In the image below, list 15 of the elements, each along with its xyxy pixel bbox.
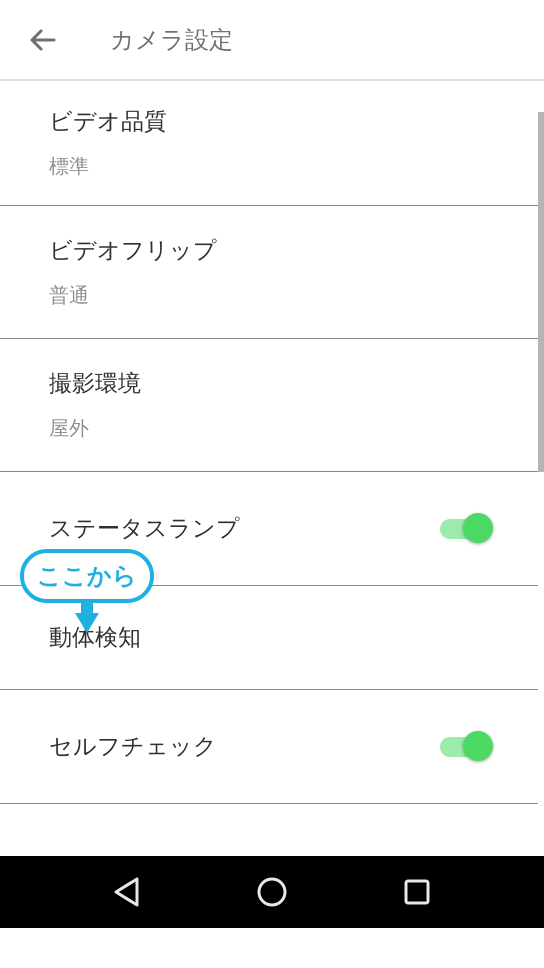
setting-title: ビデオフリップ (49, 237, 217, 266)
setting-title: 撮影環境 (49, 370, 141, 399)
screen-title: カメラ設定 (110, 24, 233, 56)
back-triangle-icon[interactable] (114, 877, 140, 907)
settings-row[interactable]: セルフチェック (0, 690, 538, 804)
setting-value: 標準 (49, 153, 90, 180)
setting-title: セルフチェック (49, 733, 217, 762)
setting-title: ステータスランプ (49, 515, 240, 544)
callout-label: ここから (20, 549, 154, 603)
back-arrow-icon[interactable] (28, 28, 56, 52)
setting-title: ビデオ品質 (49, 108, 167, 137)
recents-square-icon[interactable] (404, 879, 430, 905)
setting-value: 屋外 (49, 415, 90, 442)
setting-value: 普通 (49, 282, 90, 309)
home-circle-icon[interactable] (256, 877, 287, 907)
